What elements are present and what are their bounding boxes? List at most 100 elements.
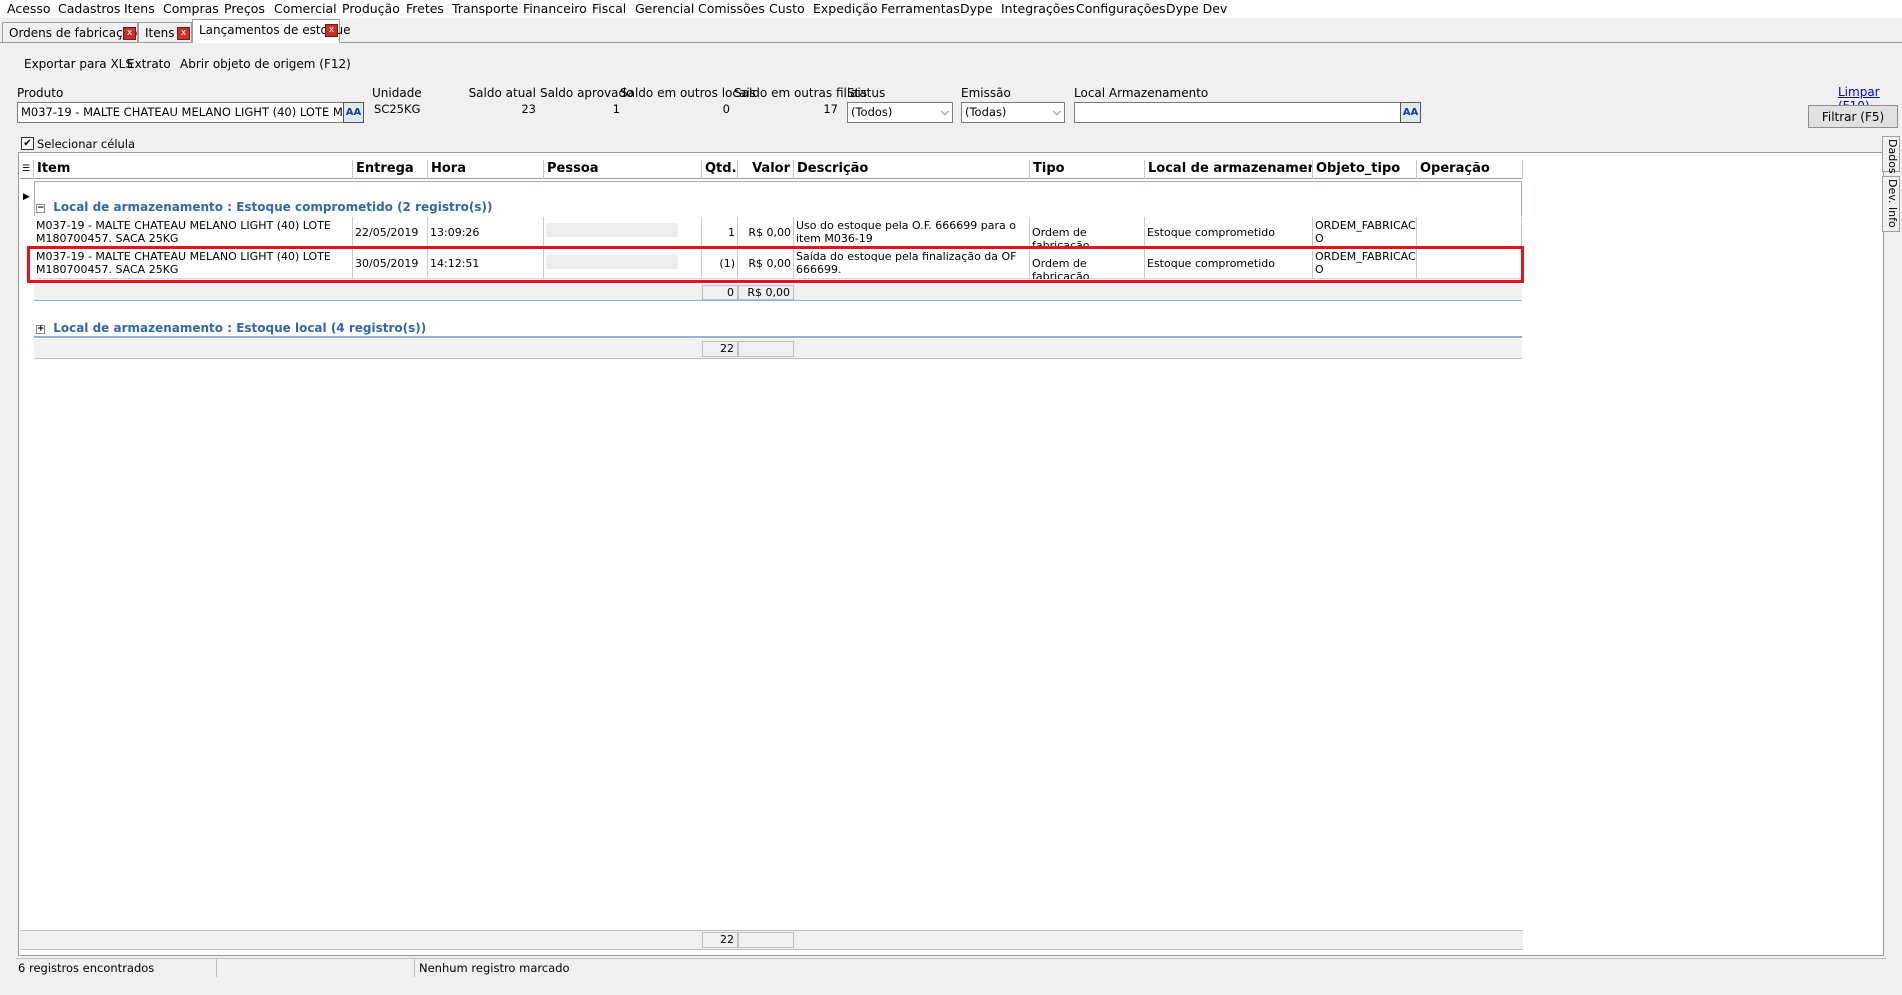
chevron-down-icon: ⌵ bbox=[940, 105, 949, 118]
group-header-comprometido[interactable]: − Local de armazenamento : Estoque compr… bbox=[36, 200, 492, 214]
saldo-atual-value: 23 bbox=[521, 102, 536, 116]
open-origin-button[interactable]: Abrir objeto de origem (F12) bbox=[180, 57, 351, 71]
select-cell-label: Selecionar célula bbox=[37, 137, 136, 151]
menu-itens[interactable]: Itens bbox=[124, 1, 155, 16]
menu-dype[interactable]: Dype bbox=[960, 1, 993, 16]
column-local[interactable]: Local de armazenamer bbox=[1145, 160, 1313, 179]
tab-strip: Ordens de fabricação x Itens x Lançament… bbox=[0, 18, 1902, 43]
menu-gerencial[interactable]: Gerencial bbox=[635, 1, 694, 16]
menu-integracoes[interactable]: Integrações bbox=[1001, 1, 1075, 16]
find-icon[interactable]: AA bbox=[343, 102, 364, 123]
cell-tipo: Ordem de fabricação bbox=[1030, 217, 1145, 248]
find-icon[interactable]: AA bbox=[1400, 102, 1421, 123]
column-item[interactable]: Item bbox=[34, 160, 353, 179]
cell-local: Estoque comprometido bbox=[1145, 217, 1313, 248]
column-operacao[interactable]: Operação bbox=[1417, 160, 1523, 179]
status-separator bbox=[216, 959, 217, 977]
menu-comercial[interactable]: Comercial bbox=[274, 1, 337, 16]
extract-button[interactable]: Extrato bbox=[127, 57, 171, 71]
menu-acesso[interactable]: Acesso bbox=[7, 1, 51, 16]
export-xls-button[interactable]: Exportar para XLS bbox=[24, 57, 133, 71]
highlight-box bbox=[27, 246, 1524, 283]
menu-financeiro[interactable]: Financeiro bbox=[523, 1, 587, 16]
cell-pessoa bbox=[544, 217, 702, 248]
chevron-down-icon: ⌵ bbox=[1052, 105, 1061, 118]
column-objeto-tipo[interactable]: Objeto_tipo bbox=[1313, 160, 1417, 179]
select-cell-checkbox[interactable]: ✔ bbox=[21, 137, 34, 150]
tab-itens[interactable]: Itens x bbox=[138, 22, 192, 42]
saldo-outras-filiais-value: 17 bbox=[823, 102, 838, 116]
menu-cadastros[interactable]: Cadastros bbox=[58, 1, 120, 16]
saldo-outras-filiais-label: Saldo em outras filiais bbox=[734, 86, 868, 100]
menu-producao[interactable]: Produção bbox=[342, 1, 400, 16]
menu-custo[interactable]: Custo bbox=[769, 1, 805, 16]
cell-operacao bbox=[1417, 217, 1522, 248]
cell-entrega: 22/05/2019 bbox=[353, 217, 428, 248]
group-sum-qtd: 0 bbox=[702, 285, 738, 300]
saldo-atual-label: Saldo atual bbox=[468, 86, 536, 100]
menu-bar: Acesso Cadastros Itens Compras Preços Co… bbox=[0, 0, 1902, 18]
local-armazenamento-label: Local Armazenamento bbox=[1074, 86, 1209, 100]
cell-valor: R$ 0,00 bbox=[738, 217, 794, 248]
menu-precos[interactable]: Preços bbox=[224, 1, 265, 16]
produto-input[interactable]: M037-19 - MALTE CHATEAU MELANO LIGHT (40… bbox=[17, 102, 345, 123]
column-hora[interactable]: Hora bbox=[428, 160, 544, 179]
tab-label: Itens bbox=[145, 26, 175, 40]
cell-hora: 13:09:26 bbox=[428, 217, 544, 248]
footer-sum-valor bbox=[738, 932, 794, 948]
local-armazenamento-input[interactable] bbox=[1074, 102, 1402, 123]
status-record-count: 6 registros encontrados bbox=[18, 961, 155, 975]
menu-transporte[interactable]: Transporte bbox=[452, 1, 518, 16]
status-marked: Nenhum registro marcado bbox=[419, 961, 570, 975]
group-sum-valor bbox=[738, 341, 794, 357]
cell-objeto-tipo: ORDEM_FABRICACA O bbox=[1313, 217, 1417, 248]
side-tab-dados[interactable]: Dados bbox=[1882, 136, 1900, 174]
produto-label: Produto bbox=[17, 86, 64, 100]
tab-ordens-de-fabricacao[interactable]: Ordens de fabricação x bbox=[2, 22, 138, 42]
menu-compras[interactable]: Compras bbox=[163, 1, 219, 16]
emissao-select[interactable]: (Todas) ⌵ bbox=[961, 102, 1065, 123]
status-label: Status bbox=[847, 86, 886, 100]
emissao-label: Emissão bbox=[961, 86, 1011, 100]
column-descricao[interactable]: Descrição bbox=[794, 160, 1030, 179]
saldo-outros-locais-label: Saldo em outros locais bbox=[620, 86, 756, 100]
menu-ferramentas[interactable]: Ferramentas bbox=[881, 1, 960, 16]
menu-dype-dev[interactable]: Dype Dev bbox=[1166, 1, 1227, 16]
tab-lancamentos-de-estoque[interactable]: Lançamentos de estoque x bbox=[192, 19, 351, 43]
table-row[interactable]: M037-19 - MALTE CHATEAU MELANO LIGHT (40… bbox=[34, 217, 1522, 248]
menu-expedicao[interactable]: Expedição bbox=[813, 1, 878, 16]
close-icon[interactable]: x bbox=[325, 24, 338, 37]
footer-sum-qtd: 22 bbox=[702, 932, 738, 948]
saldo-outros-locais-value: 0 bbox=[722, 102, 730, 116]
menu-configuracoes[interactable]: Configurações bbox=[1076, 1, 1166, 16]
expand-icon[interactable]: + bbox=[36, 325, 45, 334]
close-icon[interactable]: x bbox=[123, 27, 136, 40]
menu-comissoes[interactable]: Comissões bbox=[698, 1, 765, 16]
cell-descricao: Uso do estoque pela O.F. 666699 para o i… bbox=[794, 217, 1030, 248]
tab-label: Ordens de fabricação bbox=[9, 26, 138, 40]
cell-item: M037-19 - MALTE CHATEAU MELANO LIGHT (40… bbox=[34, 217, 353, 248]
unidade-label: Unidade bbox=[372, 86, 422, 100]
group-header-estoque-local[interactable]: + Local de armazenamento : Estoque local… bbox=[36, 321, 426, 335]
status-bar: 6 registros encontrados Nenhum registro … bbox=[16, 958, 1886, 977]
filtrar-button[interactable]: Filtrar (F5) bbox=[1808, 105, 1898, 128]
close-icon[interactable]: x bbox=[177, 27, 190, 40]
saldo-aprovado-label: Saldo aprovado bbox=[540, 86, 634, 100]
menu-fiscal[interactable]: Fiscal bbox=[592, 1, 626, 16]
group-sum-qtd: 22 bbox=[702, 341, 738, 357]
column-tipo[interactable]: Tipo bbox=[1030, 160, 1145, 179]
status-select-value: (Todos) bbox=[851, 105, 893, 119]
saldo-aprovado-value: 1 bbox=[612, 102, 620, 116]
column-entrega[interactable]: Entrega bbox=[353, 160, 428, 179]
cell-qtd: 1 bbox=[702, 217, 738, 248]
status-separator bbox=[414, 959, 415, 977]
column-chooser-icon[interactable]: ☰ bbox=[20, 160, 34, 179]
column-qtd[interactable]: Qtd. bbox=[702, 160, 738, 179]
row-indicator-icon: ▶ bbox=[23, 192, 30, 202]
menu-fretes[interactable]: Fretes bbox=[406, 1, 444, 16]
status-select[interactable]: (Todos) ⌵ bbox=[847, 102, 953, 123]
column-valor[interactable]: Valor bbox=[738, 160, 794, 179]
collapse-icon[interactable]: − bbox=[36, 204, 45, 213]
column-pessoa[interactable]: Pessoa bbox=[544, 160, 702, 179]
side-tab-dev-info[interactable]: Dev. Info bbox=[1882, 176, 1900, 232]
